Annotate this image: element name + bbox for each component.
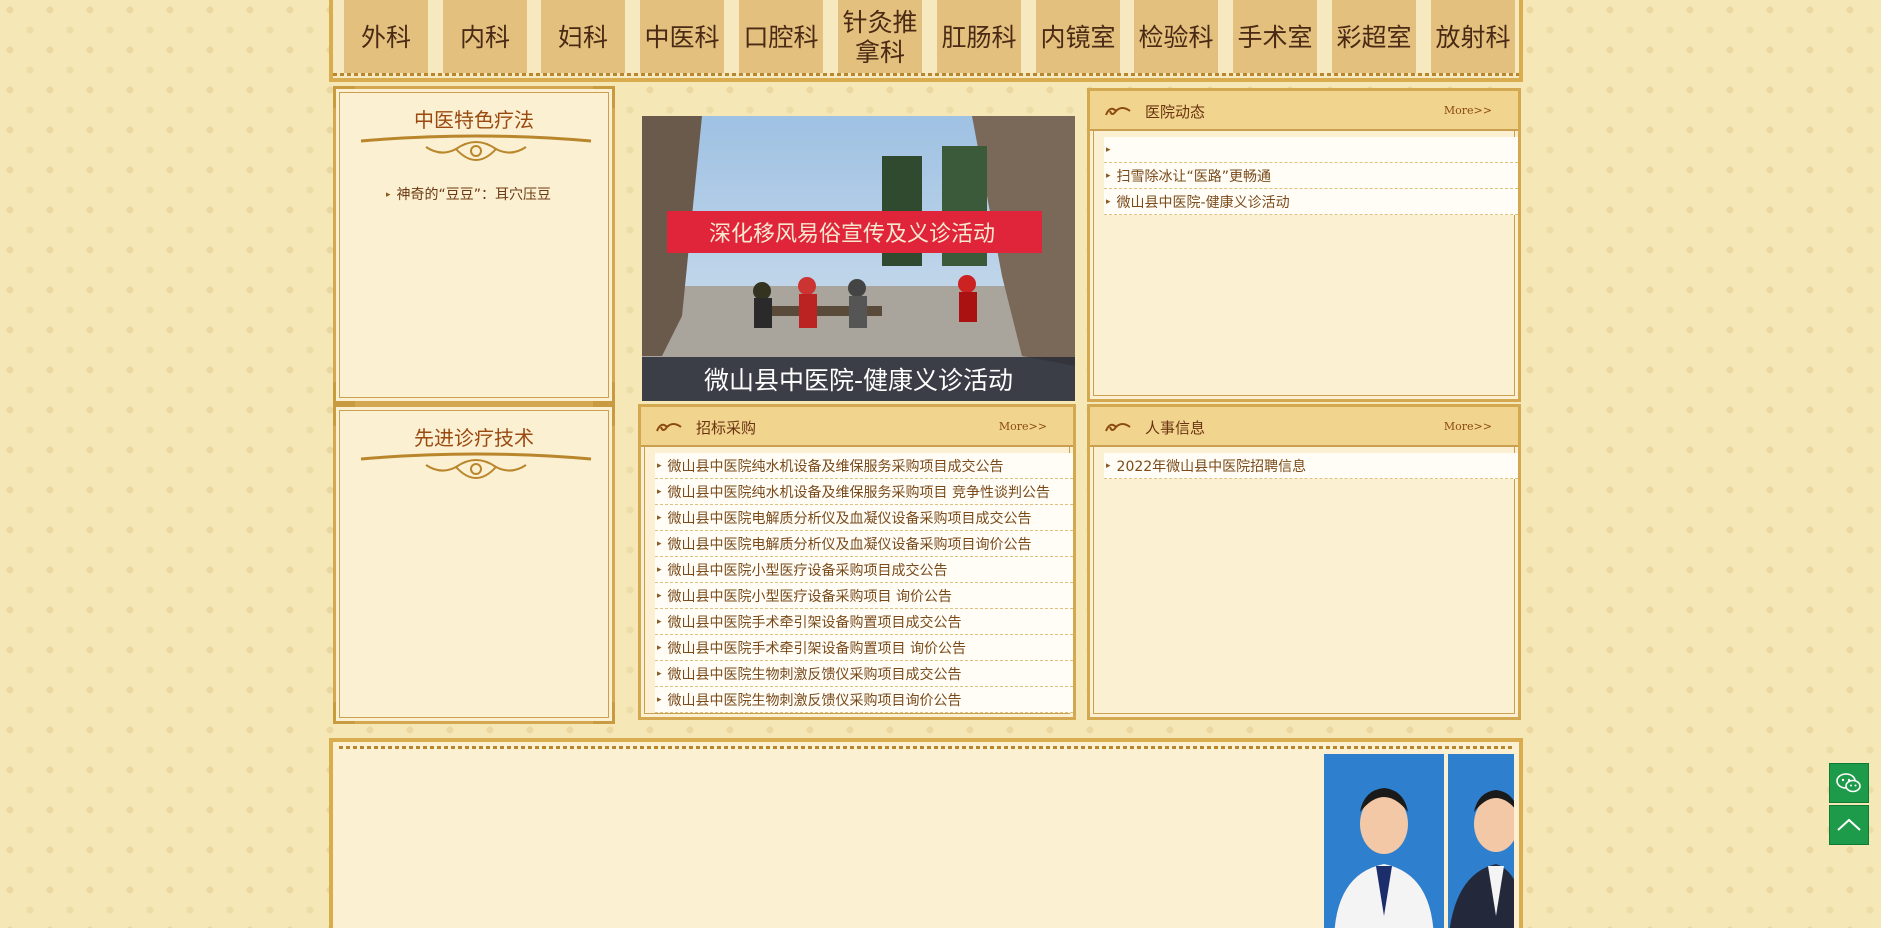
list-item-text: 微山县中医院生物刺激反馈仪采购项目成交公告	[667, 666, 962, 683]
tcm-therapy-link-text: 神奇的“豆豆”：耳穴压豆	[396, 187, 552, 203]
bullet-icon: ▸	[657, 616, 662, 627]
list-item-text: 2022年微山县中医院招聘信息	[1116, 458, 1307, 475]
hospital-news-more-link[interactable]: More>>	[1444, 104, 1492, 117]
nav-item-radiology[interactable]: 放射科	[1431, 0, 1515, 75]
wechat-button[interactable]	[1829, 763, 1869, 803]
list-item-text: 微山县中医院电解质分析仪及血凝仪设备采购项目询价公告	[667, 536, 1032, 553]
bullet-icon: ▸	[657, 486, 662, 497]
scroll-ornament-icon	[360, 452, 592, 479]
list-item-text: 微山县中医院-健康义诊活动	[1116, 194, 1290, 211]
hospital-news-header: 医院动态 More>>	[1090, 91, 1518, 131]
list-item[interactable]: ▸ 微山县中医院-健康义诊活动	[1104, 189, 1518, 215]
corner-ornament	[593, 382, 615, 404]
nav-item-acupuncture[interactable]: 针灸推 拿科	[838, 0, 922, 75]
nav-item-surgery[interactable]: 外科	[344, 0, 428, 75]
department-nav: 外科 内科 妇科 中医科 口腔科 针灸推 拿科 肛肠科 内镜室 检验科 手术室 …	[329, 0, 1523, 82]
list-item-text: 微山县中医院纯水机设备及维保服务采购项目成交公告	[667, 458, 1004, 475]
nav-item-stomatology[interactable]: 口腔科	[739, 0, 823, 75]
list-item[interactable]: ▸ 扫雪除冰让“医路”更畅通	[1104, 163, 1518, 189]
list-item[interactable]: ▸ 微山县中医院纯水机设备及维保服务采购项目成交公告	[655, 453, 1073, 479]
slide-caption: 微山县中医院-健康义诊活动	[642, 357, 1075, 401]
list-item-text: 微山县中医院电解质分析仪及血凝仪设备采购项目成交公告	[667, 510, 1032, 527]
list-item[interactable]: ▸ 微山县中医院电解质分析仪及血凝仪设备采购项目询价公告	[655, 531, 1073, 557]
bullet-icon: ▸	[657, 512, 662, 523]
bullet-icon: ▸	[1106, 196, 1111, 207]
doctor-portrait	[1448, 754, 1514, 928]
list-item-text: 微山县中医院小型医疗设备采购项目成交公告	[667, 562, 948, 579]
personnel-more-link[interactable]: More>>	[1444, 420, 1492, 433]
nav-item-laboratory[interactable]: 检验科	[1134, 0, 1218, 75]
doctor-photo[interactable]	[1324, 754, 1444, 928]
bullet-icon: ▸	[657, 538, 662, 549]
scroll-ornament-icon	[360, 134, 592, 161]
advanced-tech-panel: 先进诊疗技术	[333, 404, 615, 724]
swirl-icon	[1105, 107, 1131, 116]
list-item[interactable]: ▸ 微山县中医院小型医疗设备采购项目 询价公告	[655, 583, 1073, 609]
procurement-list: ▸ 微山县中医院纯水机设备及维保服务采购项目成交公告 ▸ 微山县中医院纯水机设备及维…	[655, 453, 1073, 713]
nav-item-endoscopy[interactable]: 内镜室	[1036, 0, 1120, 75]
corner-ornament	[593, 702, 615, 724]
list-item[interactable]: ▸ 微山县中医院生物刺激反馈仪采购项目成交公告	[655, 661, 1073, 687]
chevron-up-icon	[1837, 818, 1861, 831]
procurement-more-link[interactable]: More>>	[999, 420, 1047, 433]
hospital-news-title: 医院动态	[1145, 103, 1206, 121]
swirl-icon	[656, 423, 682, 432]
doctor-showcase	[329, 738, 1523, 928]
bullet-icon: ▸	[657, 460, 662, 471]
list-item-text: 微山县中医院手术牵引架设备购置项目 询价公告	[667, 640, 966, 657]
list-item-text: 扫雪除冰让“医路”更畅通	[1116, 168, 1272, 185]
bullet-icon: ▸	[657, 590, 662, 601]
nav-item-acupuncture-line2: 拿科	[854, 37, 905, 67]
bullet-icon: ▸	[1106, 144, 1111, 155]
bullet-icon: ▸	[657, 668, 662, 679]
page-container: 外科 内科 妇科 中医科 口腔科 针灸推 拿科 肛肠科 内镜室 检验科 手术室 …	[329, 0, 1523, 928]
list-item[interactable]: ▸ 微山县中医院手术牵引架设备购置项目成交公告	[655, 609, 1073, 635]
procurement-title: 招标采购	[696, 419, 757, 437]
list-item[interactable]: ▸ 2022年微山县中医院招聘信息	[1104, 453, 1518, 479]
swirl-icon	[1105, 423, 1131, 432]
nav-item-tcm[interactable]: 中医科	[640, 0, 724, 75]
nav-item-acupuncture-line1: 针灸推	[842, 7, 918, 37]
list-item-text: 微山县中医院小型医疗设备采购项目 询价公告	[667, 588, 952, 605]
procurement-header: 招标采购 More>>	[641, 407, 1073, 447]
nav-item-gynecology[interactable]: 妇科	[541, 0, 625, 75]
tcm-therapy-panel: 中医特色疗法 ▸ 神奇的“豆豆”：耳穴压豆	[333, 86, 615, 404]
list-item-text: 微山县中医院手术牵引架设备购置项目成交公告	[667, 614, 962, 631]
list-item-text: 微山县中医院纯水机设备及维保服务采购项目 竞争性谈判公告	[667, 484, 1050, 501]
list-item[interactable]: ▸ 微山县中医院小型医疗设备采购项目成交公告	[655, 557, 1073, 583]
personnel-title: 人事信息	[1145, 419, 1206, 437]
news-slideshow[interactable]: 深化移风易俗宣传及义诊活动 微山县中医院-健康义诊活动	[642, 116, 1075, 401]
slide-banner-text: 深化移风易俗宣传及义诊活动	[709, 222, 995, 247]
list-item[interactable]: ▸ 微山县中医院电解质分析仪及血凝仪设备采购项目成交公告	[655, 505, 1073, 531]
tcm-therapy-link[interactable]: ▸ 神奇的“豆豆”：耳穴压豆	[386, 184, 551, 204]
corner-ornament	[333, 382, 355, 404]
doctor-photo[interactable]	[1448, 754, 1514, 928]
back-to-top-button[interactable]	[1829, 805, 1869, 845]
personnel-header: 人事信息 More>>	[1090, 407, 1518, 447]
bullet-icon: ▸	[657, 642, 662, 653]
nav-item-operating-room[interactable]: 手术室	[1233, 0, 1317, 75]
personnel-list: ▸ 2022年微山县中医院招聘信息	[1104, 453, 1518, 479]
nav-item-internal-medicine[interactable]: 内科	[443, 0, 527, 75]
list-item[interactable]: ▸ 微山县中医院手术牵引架设备购置项目 询价公告	[655, 635, 1073, 661]
personnel-panel: 人事信息 More>> ▸ 2022年微山县中医院招聘信息	[1087, 404, 1521, 720]
list-item-text: 微山县中医院生物刺激反馈仪采购项目询价公告	[667, 692, 962, 709]
wechat-icon	[1836, 773, 1861, 793]
bullet-icon: ▸	[1106, 460, 1111, 471]
nav-item-anorectal[interactable]: 肛肠科	[937, 0, 1021, 75]
bullet-icon: ▸	[657, 564, 662, 575]
list-item[interactable]: ▸ 微山县中医院生物刺激反馈仪采购项目询价公告	[655, 687, 1073, 713]
bullet-icon: ▸	[1106, 170, 1111, 181]
list-item[interactable]: ▸ 微山县中医院纯水机设备及维保服务采购项目 竞争性谈判公告	[655, 479, 1073, 505]
corner-ornament	[333, 702, 355, 724]
hospital-news-panel: 医院动态 More>> ▸ ▸ 扫雪除冰让“医路”更畅通 ▸ 微山县中医院-健康义诊…	[1087, 88, 1521, 402]
bullet-icon: ▸	[386, 190, 391, 200]
hospital-news-list: ▸ ▸ 扫雪除冰让“医路”更畅通 ▸ 微山县中医院-健康义诊活动	[1104, 137, 1518, 215]
procurement-panel: 招标采购 More>> ▸ 微山县中医院纯水机设备及维保服务采购项目成交公告 ▸ 微…	[638, 404, 1076, 720]
doctor-portrait	[1324, 754, 1444, 928]
bullet-icon: ▸	[657, 694, 662, 705]
nav-item-ultrasound[interactable]: 彩超室	[1332, 0, 1416, 75]
list-item[interactable]: ▸	[1104, 137, 1518, 163]
